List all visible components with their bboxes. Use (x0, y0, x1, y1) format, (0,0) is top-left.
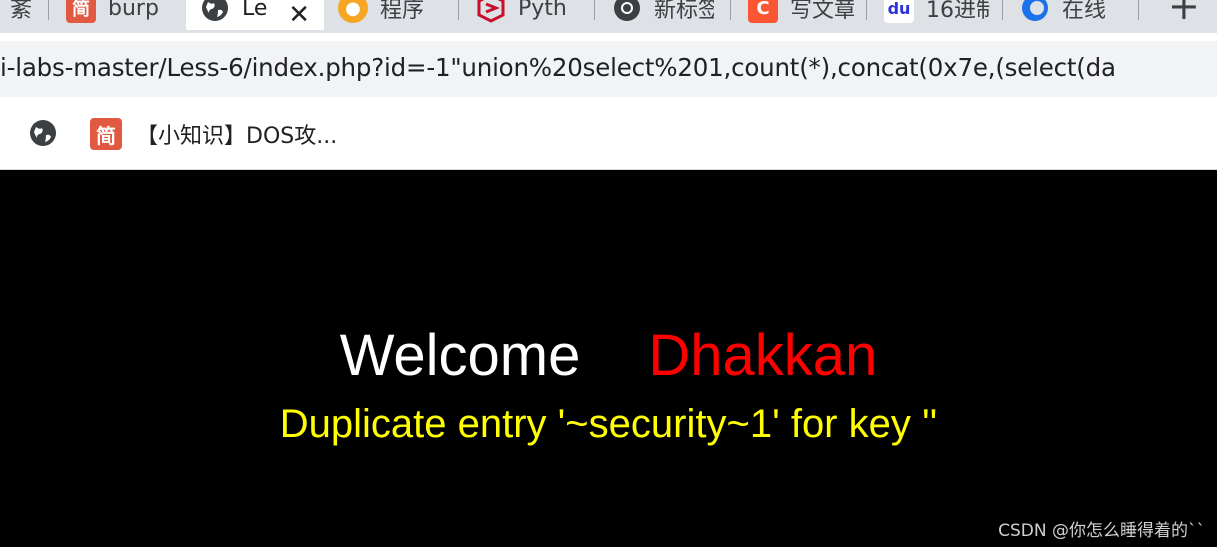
tab-title: Pyth (518, 0, 567, 21)
sql-error-message: Duplicate entry '~security~1' for key '' (279, 402, 938, 446)
tab-title: 紊 (10, 0, 33, 23)
tab-separator (1138, 0, 1139, 20)
tab-title: 新标签 (654, 0, 714, 23)
jianshu-icon: 简 (90, 118, 122, 150)
tab-title: 程序 (380, 0, 425, 23)
new-tab-icon[interactable]: + (1168, 0, 1200, 28)
tab-program[interactable]: ● 程序 (324, 0, 454, 30)
watermark: CSDN @你怎么睡得着的`` (998, 521, 1205, 541)
tab-title: 写文章 (790, 0, 854, 23)
toolbar: i-labs-master/Less-6/index.php?id=-1"uni… (0, 33, 1217, 98)
page-content: Welcome Dhakkan Duplicate entry '~securit… (0, 171, 1217, 547)
tab-burp[interactable]: 简 burp (52, 0, 180, 30)
close-icon[interactable]: ✕ (288, 0, 310, 30)
tab-partial[interactable]: 紊 (0, 0, 46, 30)
chrome-icon (612, 0, 642, 23)
tab-title: Le (242, 0, 268, 21)
tab-title: 16进制 (926, 0, 990, 23)
bookmark-item[interactable]: 简 【小知识】DOS攻... (90, 116, 337, 152)
tab-title: 在线 (1062, 0, 1107, 23)
bookmark-label: 【小知识】DOS攻... (136, 124, 338, 149)
globe-icon (200, 0, 230, 23)
tab-separator (594, 0, 595, 20)
welcome-text: Welcome (339, 323, 581, 388)
tab-strip: 紊 简 burp Le ✕ ● 程序 Pyth 新标签 C 写文章 du 16进… (0, 0, 1217, 33)
tab-separator (1002, 0, 1003, 20)
jianshu-icon: 简 (66, 0, 96, 23)
url-bar[interactable]: i-labs-master/Less-6/index.php?id=-1"uni… (0, 41, 1217, 97)
tab-write[interactable]: C 写文章 (734, 0, 862, 30)
globe-icon[interactable] (28, 118, 58, 148)
shield-icon (476, 0, 506, 23)
tab-separator (866, 0, 867, 20)
tab-separator (48, 0, 49, 20)
bookmarks-bar: 简 【小知识】DOS攻... (0, 98, 1217, 170)
name-text: Dhakkan (648, 323, 878, 388)
welcome-heading: Welcome Dhakkan (0, 323, 1217, 389)
tab-active[interactable]: Le ✕ (186, 0, 324, 30)
baidu-icon: du (884, 0, 914, 23)
csdn-icon: C (748, 0, 778, 23)
tab-separator (730, 0, 731, 20)
tab-hex[interactable]: du 16进制 (870, 0, 1000, 30)
tab-online[interactable]: 在线 (1006, 0, 1130, 30)
tab-separator (458, 0, 459, 20)
url-text[interactable]: i-labs-master/Less-6/index.php?id=-1"uni… (0, 53, 1116, 82)
browser-window: 紊 简 burp Le ✕ ● 程序 Pyth 新标签 C 写文章 du 16进… (0, 0, 1217, 547)
fox-icon: ● (338, 0, 368, 23)
tab-python[interactable]: Pyth (462, 0, 586, 30)
edge-icon (1020, 0, 1050, 23)
tab-title: burp (108, 0, 159, 21)
tab-newtab[interactable]: 新标签 (598, 0, 724, 30)
